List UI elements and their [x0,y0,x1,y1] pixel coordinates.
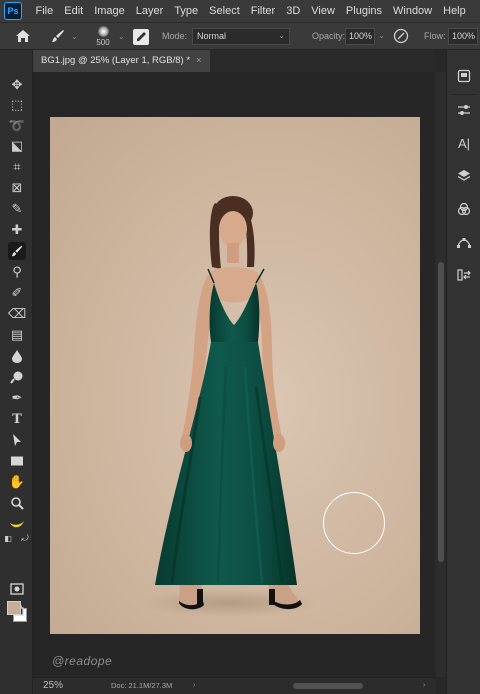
history-brush-tool-icon[interactable]: ✐ [8,284,26,302]
vertical-scrollbar[interactable] [436,72,446,677]
menu-help[interactable]: Help [438,5,472,17]
pressure-opacity-icon[interactable] [393,28,409,44]
mode-label: Mode: [162,31,188,41]
document-size-info[interactable]: Doc: 21.1M/27.3M [111,681,172,690]
blur-tool-icon[interactable] [8,347,26,365]
libraries-icon[interactable] [456,68,472,84]
document-tab[interactable]: BG1.jpg @ 25% (Layer 1, RGB/8) * × [33,50,210,72]
brush-tip-icon [97,26,109,37]
path-select-tool-icon[interactable] [8,431,26,449]
status-bar: 25% Doc: 21.1M/27.3M › › [33,677,436,694]
character-icon[interactable]: A| [456,135,472,151]
canvas-image[interactable] [50,117,420,634]
brush-preset-chevron-icon[interactable]: ⌄ [71,32,78,41]
opacity-chevron-icon[interactable]: ⌄ [378,31,385,40]
brush-tool-icon[interactable] [8,242,26,260]
brush-settings-toggle-icon[interactable] [133,29,149,45]
zoom-tool-icon[interactable] [8,494,26,512]
scroll-right-arrow-icon[interactable]: › [423,682,425,689]
menu-edit[interactable]: Edit [59,5,89,17]
blend-mode-value: Normal [197,31,227,41]
menu-file[interactable]: File [30,5,59,17]
gradient-tool-icon[interactable]: ▤ [8,326,26,344]
layers-icon[interactable] [456,168,472,184]
hand-tool-icon[interactable]: ✋ [8,473,26,491]
woman-in-green-dress-image [140,196,320,617]
menu-layer[interactable]: Layer [130,5,169,17]
menu-3d[interactable]: 3D [281,5,306,17]
flow-field[interactable]: 100% [448,28,478,45]
watermark: @readope [52,654,113,668]
swap-colors-icon[interactable]: ⤾ [20,533,30,543]
foreground-color-swatch[interactable] [7,601,21,615]
quick-mask-icon[interactable] [8,580,26,598]
pen-tool-icon[interactable]: ✒ [8,389,26,407]
vertical-scroll-thumb[interactable] [438,262,444,562]
move-tool-icon[interactable]: ✥ [8,76,26,94]
tools-panel: ✥ ⬚ ➰ ⬕ ⌗ ⊠ ✎ ✚ ⚲ ✐ ⌫ ▤ ✒ T ✋ ◧ ⤾ [0,50,33,694]
healing-brush-tool-icon[interactable]: ✚ [8,221,26,239]
type-tool-icon[interactable]: T [8,410,26,428]
history-icon[interactable] [456,267,472,283]
default-colors-icon[interactable]: ◧ [3,533,13,543]
banana-icon[interactable] [8,515,26,533]
rectangle-tool-icon[interactable] [8,452,26,470]
opacity-label: Opacity: [312,31,346,41]
brush-size-picker[interactable]: 500 [92,25,114,49]
brush-size-chevron-icon[interactable]: ⌄ [118,32,125,41]
menu-bar: Ps File Edit Image Layer Type Select Fil… [0,0,480,22]
marquee-tool-icon[interactable]: ⬚ [8,96,26,114]
channels-icon[interactable] [456,201,472,217]
menu-filter[interactable]: Filter [245,5,280,17]
right-panel-dock: A| [446,50,480,694]
eyedropper-tool-icon[interactable]: ✎ [8,200,26,218]
frame-tool-icon[interactable]: ⊠ [8,179,26,197]
eraser-tool-icon[interactable]: ⌫ [8,305,26,323]
menu-type[interactable]: Type [169,5,204,17]
menu-plugins[interactable]: Plugins [340,5,387,17]
chevron-down-icon: ⌄ [278,31,285,40]
lasso-tool-icon[interactable]: ➰ [8,117,26,135]
adjustments-icon[interactable] [456,102,472,118]
horizontal-scroll-thumb[interactable] [293,683,363,689]
panel-separator [451,94,477,95]
opacity-field[interactable]: 100% [345,28,375,45]
photoshop-logo[interactable]: Ps [4,2,22,20]
options-bar: ⌄ 500 ⌄ Mode: Normal ⌄ Opacity: 100% ⌄ F… [0,22,480,50]
clone-stamp-tool-icon[interactable]: ⚲ [8,263,26,281]
menu-image[interactable]: Image [89,5,131,17]
flow-label: Flow: [424,31,446,41]
object-select-tool-icon[interactable]: ⬕ [8,137,26,155]
zoom-level[interactable]: 25% [43,680,63,691]
blend-mode-select[interactable]: Normal ⌄ [192,28,290,45]
dodge-tool-icon[interactable] [8,368,26,386]
brush-cursor-circle [323,492,385,554]
crop-tool-icon[interactable]: ⌗ [8,158,26,176]
document-tab-title: BG1.jpg @ 25% (Layer 1, RGB/8) * [41,55,191,66]
brush-preset-icon[interactable] [50,28,66,44]
menu-window[interactable]: Window [388,5,438,17]
home-icon[interactable] [15,29,31,43]
status-menu-arrow-icon[interactable]: › [193,682,195,689]
paths-icon[interactable] [456,234,472,250]
brush-size-value: 500 [96,38,110,47]
menu-view[interactable]: View [306,5,341,17]
menu-select[interactable]: Select [204,5,246,17]
document-tab-bar: BG1.jpg @ 25% (Layer 1, RGB/8) * × [33,50,433,72]
close-icon[interactable]: × [196,55,202,66]
